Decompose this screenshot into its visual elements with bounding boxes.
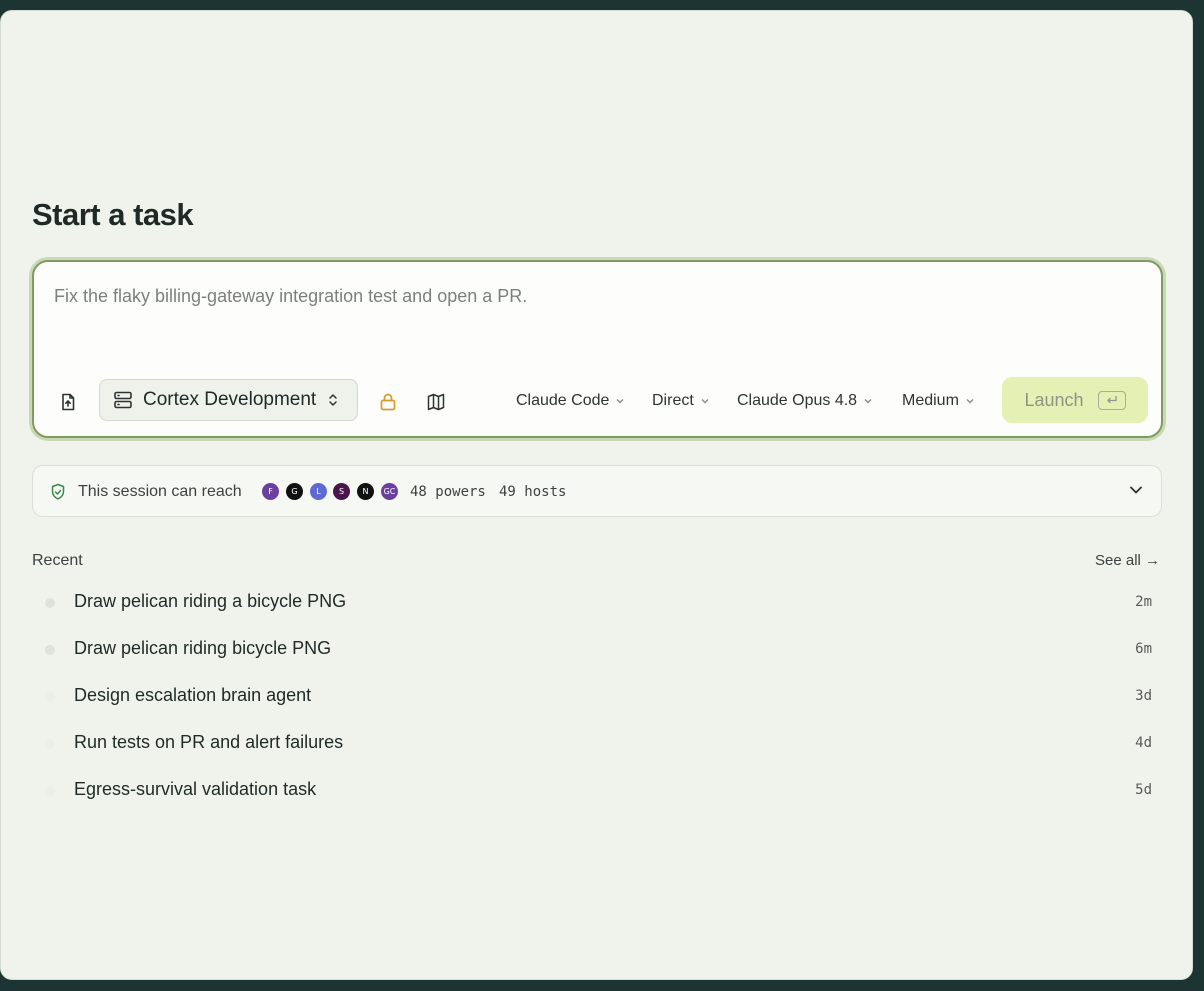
effort-dropdown[interactable]: Medium: [902, 392, 975, 410]
session-reach-bar[interactable]: This session can reach F G L S N GC 48 p…: [32, 465, 1162, 517]
chevron-down-icon: [966, 398, 974, 404]
environment-label: Cortex Development: [143, 389, 317, 410]
list-item[interactable]: Run tests on PR and alert failures 4d: [32, 726, 1162, 766]
list-item[interactable]: Egress-survival validation task 5d: [32, 773, 1162, 813]
task-age: 5d: [1135, 782, 1152, 798]
powers-count: 48 powers: [410, 484, 486, 500]
github-icon: G: [286, 483, 303, 500]
task-title: Design escalation brain agent: [74, 685, 312, 705]
main-panel: Start a task Fix the flaky billing-gatew…: [0, 10, 1193, 980]
gc-icon: GC: [381, 483, 398, 500]
model-dropdown[interactable]: Claude Opus 4.8: [737, 392, 873, 410]
page-title: Start a task: [32, 197, 194, 232]
shield-check-icon: [50, 483, 66, 501]
status-dot: [45, 739, 55, 749]
effort-dropdown-label: Medium: [902, 392, 959, 409]
task-title: Egress-survival validation task: [74, 779, 317, 799]
figma-icon: F: [262, 483, 279, 500]
map-icon[interactable]: [422, 388, 450, 416]
environment-selector[interactable]: Cortex Development: [99, 379, 358, 421]
status-dot: [45, 786, 55, 796]
prompt-input[interactable]: Fix the flaky billing-gateway integratio…: [54, 286, 527, 307]
list-item[interactable]: Draw pelican riding a bicycle PNG 2m: [32, 585, 1162, 625]
list-item[interactable]: Draw pelican riding bicycle PNG 6m: [32, 632, 1162, 672]
task-title: Run tests on PR and alert failures: [74, 732, 344, 752]
recent-heading: Recent: [32, 552, 83, 569]
chevron-down-icon: [864, 398, 872, 404]
hosts-count: 49 hosts: [499, 484, 567, 500]
status-dot: [45, 598, 55, 608]
enter-key-icon: [1097, 390, 1126, 410]
task-age: 2m: [1135, 594, 1152, 610]
see-all-link[interactable]: See all →: [1095, 552, 1160, 569]
task-age: 6m: [1135, 641, 1152, 657]
upload-file-icon[interactable]: [54, 388, 82, 416]
mode-dropdown-label: Direct: [652, 392, 694, 409]
reach-label: This session can reach: [78, 483, 242, 500]
task-title: Draw pelican riding bicycle PNG: [74, 638, 332, 658]
task-age: 3d: [1135, 688, 1152, 704]
agent-dropdown[interactable]: Claude Code: [516, 392, 625, 410]
lock-icon[interactable]: [374, 388, 402, 416]
task-composer: Fix the flaky billing-gateway integratio…: [32, 260, 1163, 438]
linear-icon: L: [310, 483, 327, 500]
slack-icon: S: [333, 483, 350, 500]
task-title: Draw pelican riding a bicycle PNG: [74, 591, 347, 611]
server-icon: [113, 390, 133, 410]
status-dot: [45, 692, 55, 702]
list-item[interactable]: Design escalation brain agent 3d: [32, 679, 1162, 719]
chevron-down-icon: [701, 398, 709, 404]
task-age: 4d: [1135, 735, 1152, 751]
agent-dropdown-label: Claude Code: [516, 392, 610, 409]
chevron-updown-icon: [327, 392, 339, 408]
launch-label: Launch: [1024, 389, 1084, 410]
notion-icon: N: [357, 483, 374, 500]
launch-button[interactable]: Launch: [1002, 377, 1148, 423]
model-dropdown-label: Claude Opus 4.8: [737, 392, 858, 409]
mode-dropdown[interactable]: Direct: [652, 392, 710, 410]
composer-toolbar: Cortex Development Claude Code Direct Cl…: [34, 377, 1161, 425]
status-dot: [45, 645, 55, 655]
chevron-down-icon: [616, 398, 624, 404]
chevron-down-icon[interactable]: [1129, 485, 1143, 495]
